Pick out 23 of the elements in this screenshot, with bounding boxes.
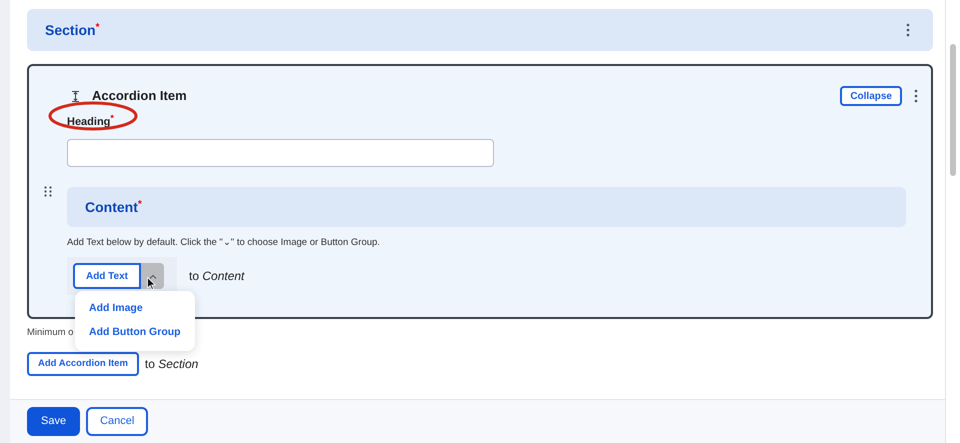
expand-vertical-icon bbox=[71, 90, 80, 102]
collapse-button[interactable]: Collapse bbox=[840, 86, 902, 106]
chevron-up-icon bbox=[148, 274, 156, 279]
cancel-button[interactable]: Cancel bbox=[86, 407, 148, 436]
add-text-button[interactable]: Add Text bbox=[73, 263, 141, 290]
help-text: Add Text below by default. Click the "⌄" to choose Image or Button Group. bbox=[67, 236, 381, 250]
accordion-item-title: Accordion Item bbox=[92, 87, 187, 106]
target-label: to Content bbox=[189, 268, 244, 286]
section-title: Section$^{*}$ bbox=[45, 20, 100, 40]
save-button[interactable]: Save bbox=[27, 407, 80, 436]
menu-item[interactable]: Add Button Group bbox=[75, 321, 195, 346]
heading-input[interactable] bbox=[67, 139, 494, 167]
dropdown-toggle[interactable] bbox=[141, 263, 164, 290]
drag-handle-icon[interactable] bbox=[44, 186, 52, 197]
add-accordion-item-button[interactable]: Add Accordion Item bbox=[27, 352, 139, 376]
more-icon[interactable] bbox=[914, 89, 918, 103]
content-title: Content$^{*}$ bbox=[85, 198, 142, 216]
scrollbar-thumb[interactable] bbox=[950, 44, 956, 176]
menu-item[interactable]: Add Image bbox=[75, 297, 195, 322]
more-icon[interactable] bbox=[906, 23, 910, 37]
minimum-note: Minimum o bbox=[27, 326, 74, 340]
field-label: Heading$^{*}$ bbox=[67, 116, 114, 128]
target-label: to Section bbox=[144, 356, 198, 374]
